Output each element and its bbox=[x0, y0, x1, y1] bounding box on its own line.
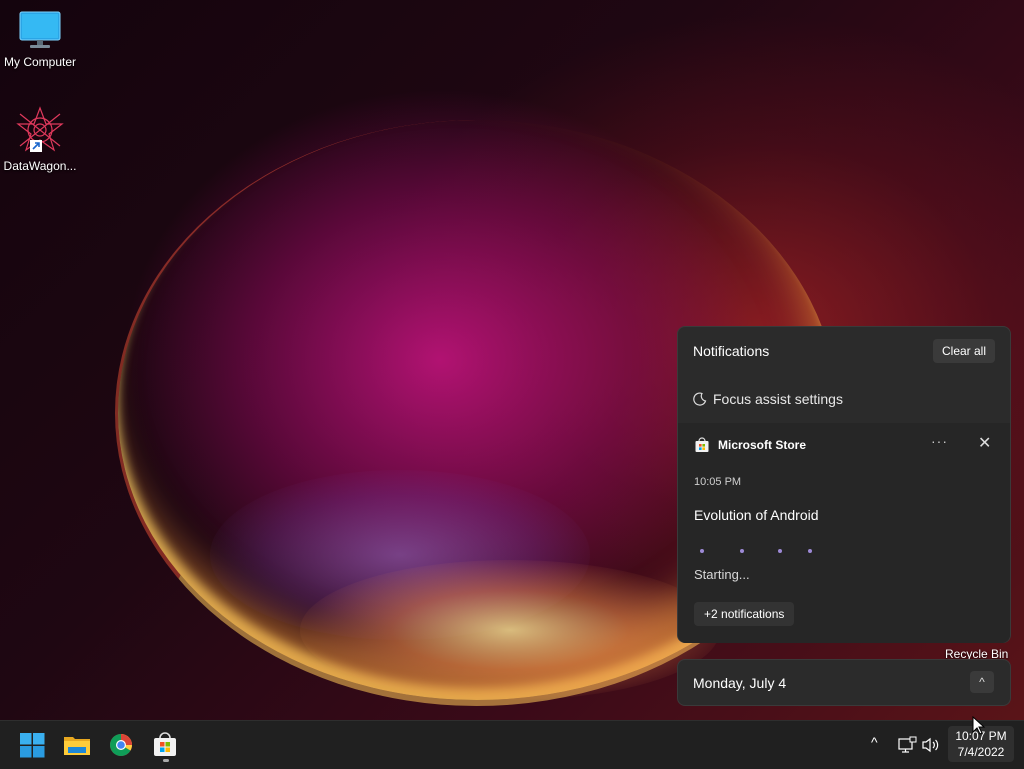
chrome-button[interactable] bbox=[103, 727, 139, 763]
active-app-indicator bbox=[163, 759, 169, 762]
clear-all-button[interactable]: Clear all bbox=[932, 339, 995, 363]
datawagon-icon bbox=[16, 106, 64, 152]
moon-icon bbox=[693, 392, 707, 406]
file-explorer-button[interactable] bbox=[59, 727, 95, 763]
calendar-panel: Monday, July 4 ^ bbox=[677, 659, 1011, 706]
desktop-icon-label: DataWagon... bbox=[3, 159, 77, 173]
start-button[interactable] bbox=[14, 727, 50, 763]
network-icon[interactable] bbox=[897, 736, 917, 759]
show-hidden-icons-button[interactable]: ^ bbox=[871, 734, 878, 750]
more-notifications-button[interactable]: +2 notifications bbox=[694, 602, 795, 626]
folder-icon bbox=[64, 737, 90, 755]
chevron-up-icon: ^ bbox=[979, 675, 985, 689]
notification-title: Evolution of Android bbox=[694, 507, 819, 523]
notification-app: Microsoft Store bbox=[694, 437, 806, 453]
monitor-icon bbox=[19, 11, 61, 48]
focus-assist-label: Focus assist settings bbox=[713, 391, 843, 407]
notifications-title: Notifications bbox=[693, 343, 770, 359]
chevron-up-icon: ^ bbox=[871, 734, 878, 750]
notification-more-button[interactable]: ··· bbox=[931, 433, 948, 449]
notification-close-button[interactable]: ✕ bbox=[978, 433, 991, 453]
desktop-icon-my-computer[interactable]: My Computer bbox=[0, 10, 80, 69]
clock-date: 7/4/2022 bbox=[957, 745, 1005, 759]
mouse-cursor-icon bbox=[972, 716, 986, 735]
notification-app-name: Microsoft Store bbox=[718, 438, 807, 452]
desktop-icon-label: My Computer bbox=[3, 55, 77, 69]
notification-center: Notifications Clear all Focus assist set… bbox=[677, 326, 1011, 643]
microsoft-store-button[interactable] bbox=[147, 727, 183, 763]
desktop-icon-datawagon[interactable]: DataWagon... bbox=[0, 106, 80, 173]
progress-dots bbox=[700, 549, 820, 555]
notification-status: Starting... bbox=[694, 567, 750, 582]
chrome-icon bbox=[110, 734, 132, 756]
store-icon bbox=[154, 732, 176, 756]
calendar-date: Monday, July 4 bbox=[693, 675, 787, 691]
calendar-expand-button[interactable]: ^ bbox=[970, 671, 994, 693]
notification-card[interactable]: Microsoft Store ··· ✕ 10:05 PM Evolution… bbox=[678, 423, 1010, 643]
notification-time: 10:05 PM bbox=[694, 476, 742, 488]
focus-assist-settings-link[interactable]: Focus assist settings bbox=[693, 391, 843, 407]
volume-icon[interactable] bbox=[921, 736, 941, 759]
windows-start-icon bbox=[20, 733, 45, 758]
microsoft-store-icon bbox=[695, 437, 709, 452]
